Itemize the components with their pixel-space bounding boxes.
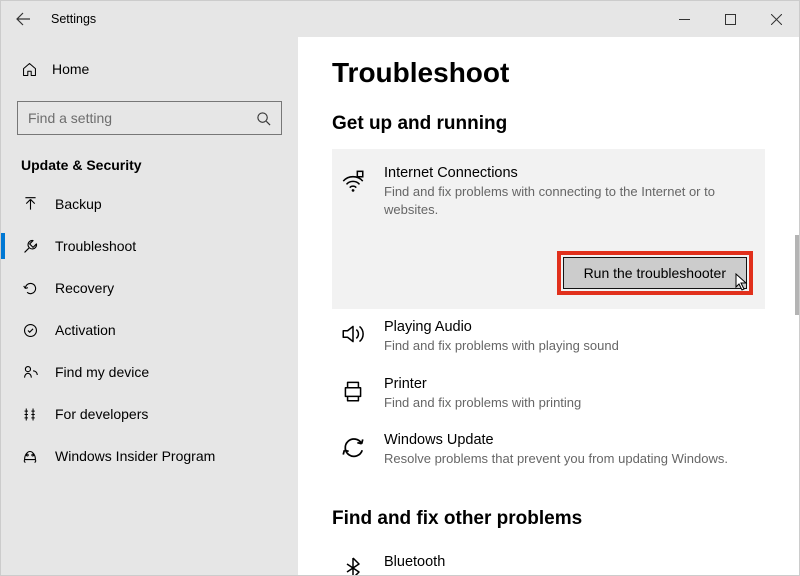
nav-backup[interactable]: Backup (1, 183, 298, 225)
nav-item-label: Windows Insider Program (55, 448, 215, 464)
nav-list: Backup Troubleshoot Recovery Activation (17, 183, 282, 477)
ts-desc: Find and fix problems with connecting to… (384, 183, 753, 219)
activation-icon (21, 322, 39, 339)
ts-title: Windows Update (384, 432, 757, 448)
nav-find-my-device[interactable]: Find my device (1, 351, 298, 393)
nav-recovery[interactable]: Recovery (1, 267, 298, 309)
nav-item-label: Troubleshoot (55, 238, 136, 254)
ts-desc: Resolve problems that prevent you from u… (384, 450, 757, 468)
developers-icon (21, 406, 39, 423)
maximize-button[interactable] (707, 1, 753, 37)
find-device-icon (21, 364, 39, 381)
run-troubleshooter-highlight: Run the troubleshooter (557, 251, 753, 295)
ts-bluetooth[interactable]: Bluetooth Find and fix problems with Blu… (332, 544, 765, 575)
sidebar: Home Update & Security Backup Troublesho… (1, 37, 298, 575)
window-controls (661, 1, 799, 37)
audio-icon (338, 319, 368, 355)
home-icon (21, 61, 38, 78)
troubleshoot-icon (21, 238, 39, 255)
insider-icon (21, 447, 39, 465)
titlebar: Settings (1, 1, 799, 37)
nav-item-label: Backup (55, 196, 102, 212)
sidebar-section-header: Update & Security (17, 157, 282, 173)
bluetooth-icon (338, 554, 368, 575)
page-title: Troubleshoot (332, 57, 765, 89)
close-icon (771, 14, 782, 25)
recovery-icon (21, 280, 39, 297)
nav-item-label: Find my device (55, 364, 149, 380)
internet-icon (338, 165, 368, 193)
ts-desc: Find and fix problems with Bluetooth dev… (384, 572, 757, 575)
section-header-other: Find and fix other problems (332, 508, 765, 530)
run-troubleshooter-button[interactable]: Run the troubleshooter (563, 257, 747, 289)
ts-title: Printer (384, 376, 757, 392)
ts-internet-connections[interactable]: Internet Connections Find and fix proble… (332, 149, 765, 309)
close-button[interactable] (753, 1, 799, 37)
nav-activation[interactable]: Activation (1, 309, 298, 351)
update-icon (338, 432, 368, 468)
nav-windows-insider[interactable]: Windows Insider Program (1, 435, 298, 477)
maximize-icon (725, 14, 736, 25)
ts-title: Internet Connections (384, 165, 753, 181)
search-box[interactable] (17, 101, 282, 135)
search-icon (256, 111, 271, 126)
arrow-left-icon (15, 11, 31, 27)
ts-desc: Find and fix problems with playing sound (384, 337, 757, 355)
minimize-button[interactable] (661, 1, 707, 37)
ts-desc: Find and fix problems with printing (384, 394, 757, 412)
nav-home[interactable]: Home (17, 51, 282, 87)
ts-title: Bluetooth (384, 554, 757, 570)
nav-home-label: Home (52, 61, 89, 77)
search-input[interactable] (28, 110, 256, 126)
nav-troubleshoot[interactable]: Troubleshoot (1, 225, 298, 267)
ts-title: Playing Audio (384, 319, 757, 335)
scrollbar-thumb[interactable] (795, 235, 799, 315)
ts-printer[interactable]: Printer Find and fix problems with print… (332, 366, 765, 422)
troubleshooter-list: Internet Connections Find and fix proble… (332, 149, 765, 478)
backup-icon (21, 196, 39, 213)
ts-playing-audio[interactable]: Playing Audio Find and fix problems with… (332, 309, 765, 365)
printer-icon (338, 376, 368, 412)
ts-windows-update[interactable]: Windows Update Resolve problems that pre… (332, 422, 765, 478)
nav-item-label: Activation (55, 322, 116, 338)
back-button[interactable] (1, 1, 45, 37)
window-title: Settings (45, 12, 96, 26)
nav-for-developers[interactable]: For developers (1, 393, 298, 435)
nav-item-label: Recovery (55, 280, 114, 296)
minimize-icon (679, 14, 690, 25)
section-header-running: Get up and running (332, 113, 765, 135)
nav-item-label: For developers (55, 406, 148, 422)
content-pane: Troubleshoot Get up and running Internet… (298, 37, 799, 575)
